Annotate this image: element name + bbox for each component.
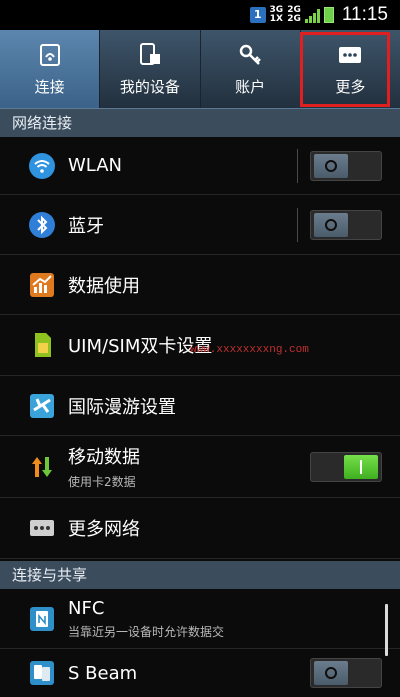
connections-icon (39, 43, 60, 66)
list-item-mobile-data[interactable]: 移动数据 使用卡2数据 (0, 436, 400, 498)
data-usage-icon (28, 271, 56, 299)
settings-tabs: 连接 我的设备 账户 更多 (0, 30, 400, 110)
row-label: 更多网络 (68, 519, 140, 540)
network-type-2: 2G 2G (287, 5, 301, 24)
section-header-sharing: 连接与共享 (0, 561, 400, 589)
row-sublabel: 使用卡2数据 (68, 475, 136, 489)
bluetooth-icon (28, 211, 56, 239)
tab-more[interactable]: 更多 (301, 30, 400, 108)
wlan-toggle[interactable] (310, 150, 382, 181)
section-header-network: 网络连接 (0, 109, 400, 137)
list-item-bluetooth[interactable]: 蓝牙 (0, 195, 400, 255)
s-beam-icon (28, 659, 56, 687)
list-item-s-beam[interactable]: S Beam (0, 649, 400, 697)
key-icon (239, 44, 262, 65)
row-label: WLAN (68, 155, 123, 176)
list-item-roaming[interactable]: 国际漫游设置 (0, 376, 400, 436)
row-sublabel: 当靠近另一设备时允许数据交 (68, 624, 225, 639)
tab-accounts[interactable]: 账户 (201, 30, 301, 108)
row-label: NFC (68, 597, 105, 619)
row-label: 数据使用 (68, 275, 140, 297)
mobile-data-icon (28, 453, 56, 481)
tab-label: 连接 (34, 77, 65, 96)
signal-icon (304, 7, 320, 23)
list-item-wlan[interactable]: WLAN (0, 137, 400, 195)
divider (297, 148, 298, 183)
status-bar: 1 3G 1X 2G 2G 11:15 (0, 0, 400, 30)
sim-card-icon (28, 331, 56, 359)
divider (297, 207, 298, 242)
row-label: 移动数据 (68, 447, 140, 468)
more-networks-icon (28, 514, 56, 542)
tab-label: 我的设备 (119, 77, 180, 96)
battery-icon (323, 7, 334, 23)
list-item-nfc[interactable]: NFC 当靠近另一设备时允许数据交 (0, 589, 400, 649)
device-icon (139, 42, 160, 65)
s-beam-toggle[interactable] (310, 658, 382, 688)
network-type-1: 3G 1X (269, 5, 284, 24)
tab-label: 账户 (235, 77, 266, 96)
airplane-icon (28, 392, 56, 420)
row-label: 国际漫游设置 (68, 396, 176, 418)
tab-label: 更多 (335, 77, 366, 96)
list-item-data-usage[interactable]: 数据使用 (0, 255, 400, 315)
row-label: 蓝牙 (68, 215, 104, 237)
bluetooth-toggle[interactable] (310, 209, 382, 240)
wifi-icon (28, 152, 56, 180)
mobile-data-toggle[interactable] (310, 451, 382, 482)
watermark: www.xxxxxxxxng.com (190, 344, 309, 356)
clock: 11:15 (341, 4, 388, 25)
row-label: S Beam (68, 662, 138, 684)
more-icon (339, 46, 362, 63)
nfc-icon (28, 605, 56, 633)
list-item-more-networks[interactable]: 更多网络 (0, 498, 400, 559)
sim-slot-indicator: 1 (249, 7, 266, 23)
tab-connections[interactable]: 连接 (0, 30, 101, 108)
tab-my-device[interactable]: 我的设备 (100, 30, 201, 108)
